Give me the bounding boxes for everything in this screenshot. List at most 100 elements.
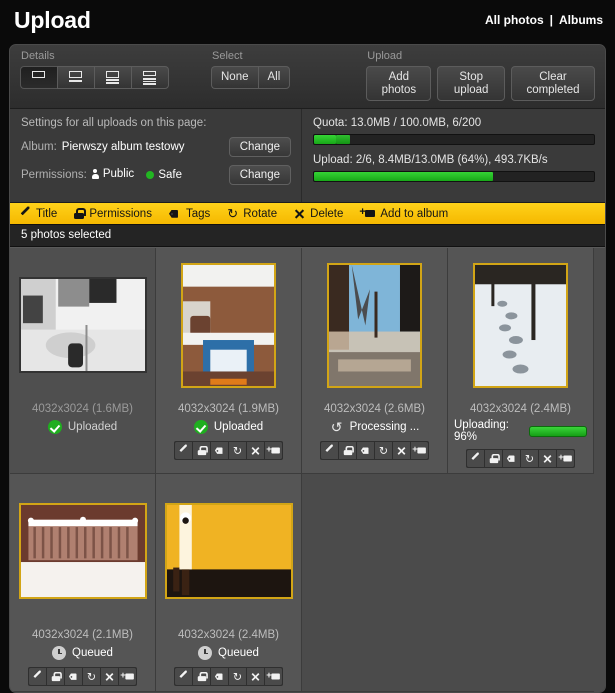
photo-thumbnail[interactable] — [18, 503, 147, 600]
photo-add-to-album-button[interactable] — [557, 450, 574, 468]
rotate-icon: ↻ — [524, 452, 535, 466]
detail-level-2-button[interactable] — [57, 66, 94, 89]
rotate-icon: ↻ — [86, 670, 97, 684]
nav-all-photos[interactable]: All photos — [485, 13, 544, 27]
nav-separator: | — [549, 13, 553, 27]
action-delete[interactable]: Delete — [294, 208, 343, 220]
quota-progress-fill-1 — [314, 135, 337, 145]
photo-status: Uploaded — [47, 419, 117, 435]
change-album-button[interactable]: Change — [228, 137, 291, 158]
details-button-group — [20, 66, 169, 89]
action-permissions[interactable]: Permissions — [74, 208, 152, 220]
photo-action-row: ↻ — [320, 441, 429, 461]
photo-thumbnail[interactable] — [164, 503, 293, 600]
photo-card[interactable]: 4032x3024 (2.4MB) Uploading: 96% ↻ — [448, 248, 594, 475]
photo-rotate-button[interactable]: ↻ — [229, 668, 246, 686]
quota-label: Quota: 13.0MB / 100.0MB, 6/200 — [313, 117, 482, 130]
photo-edit-permissions-button[interactable] — [47, 668, 64, 686]
close-icon — [294, 208, 305, 219]
photo-card[interactable]: 4032x3024 (1.9MB) Uploaded ↻ — [156, 248, 302, 475]
photo-delete-button[interactable] — [393, 442, 410, 460]
photo-delete-button[interactable] — [247, 442, 264, 460]
photo-card[interactable]: 4032x3024 (2.6MB) ↺ Processing ... ↻ — [302, 248, 448, 475]
photo-rotate-button[interactable]: ↻ — [375, 442, 392, 460]
photo-rotate-button[interactable]: ↻ — [521, 450, 538, 468]
header-nav: All photos | Albums — [485, 13, 603, 27]
photo-edit-tags-button[interactable] — [211, 442, 228, 460]
photo-add-to-album-button[interactable] — [411, 442, 428, 460]
quota-progress-segments — [314, 135, 594, 145]
photo-edit-title-button[interactable] — [467, 450, 484, 468]
photo-card[interactable]: 4032x3024 (2.1MB) Queued ↻ — [10, 474, 156, 693]
photo-edit-tags-button[interactable] — [503, 450, 520, 468]
photo-edit-title-button[interactable] — [175, 668, 192, 686]
photo-edit-title-button[interactable] — [321, 442, 338, 460]
action-tags[interactable]: Tags — [169, 208, 210, 220]
stop-upload-button[interactable]: Stop upload — [437, 66, 505, 102]
photo-status-label: Uploaded — [213, 421, 264, 434]
clear-completed-button[interactable]: Clear completed — [510, 66, 596, 102]
photo-dimensions: 4032x3024 (2.4MB) — [177, 629, 279, 642]
quota-progress-fill-2 — [336, 135, 351, 145]
photo-add-to-album-button[interactable] — [265, 442, 282, 460]
photo-thumbnail[interactable] — [473, 262, 568, 388]
photo-thumbnail[interactable] — [181, 262, 276, 388]
photo-edit-permissions-button[interactable] — [193, 668, 210, 686]
processing-icon: ↺ — [330, 419, 343, 436]
photo-status-label: Queued — [218, 647, 259, 660]
change-permissions-button[interactable]: Change — [228, 165, 291, 186]
tag-icon — [506, 454, 516, 463]
photo-dimensions: 4032x3024 (1.9MB) — [177, 403, 279, 416]
photo-edit-permissions-button[interactable] — [485, 450, 502, 468]
photo-grid-empty-cell — [448, 474, 594, 693]
photo-delete-button[interactable] — [539, 450, 556, 468]
nav-albums[interactable]: Albums — [559, 13, 603, 27]
upload-group: Upload Add photos Stop upload Clear comp… — [366, 50, 596, 102]
upload-group-label: Upload — [367, 50, 403, 62]
photo-rotate-button[interactable]: ↻ — [229, 442, 246, 460]
add-to-album-icon — [359, 206, 376, 219]
photo-edit-tags-button[interactable] — [211, 668, 228, 686]
photo-card[interactable]: 4032x3024 (1.6MB) Uploaded — [10, 248, 156, 475]
album-label: Album: — [21, 141, 57, 154]
detail-level-3-button[interactable] — [94, 66, 131, 89]
photo-add-to-album-button[interactable] — [265, 668, 282, 686]
progress-section: Quota: 13.0MB / 100.0MB, 6/200 Upload: 2… — [302, 109, 605, 202]
photo-status: Queued — [198, 645, 259, 661]
photo-delete-button[interactable] — [101, 668, 118, 686]
photo-edit-permissions-button[interactable] — [339, 442, 356, 460]
photo-action-row: ↻ — [466, 449, 575, 469]
action-title[interactable]: Title — [20, 208, 57, 220]
lock-icon — [74, 208, 87, 220]
detail-level-4-button[interactable] — [131, 66, 169, 89]
action-rotate[interactable]: ↻ Rotate — [227, 207, 277, 220]
photo-dimensions: 4032x3024 (2.4MB) — [469, 403, 571, 416]
detail-level-3-icon — [104, 71, 122, 84]
add-to-album-icon — [266, 444, 280, 455]
photo-delete-button[interactable] — [247, 668, 264, 686]
lock-icon — [489, 454, 500, 464]
detail-level-2-icon — [67, 71, 85, 84]
photo-rotate-button[interactable]: ↻ — [83, 668, 100, 686]
photo-thumbnail[interactable] — [327, 262, 422, 388]
lock-icon — [51, 672, 62, 682]
photo-edit-title-button[interactable] — [175, 442, 192, 460]
select-all-button[interactable]: All — [257, 66, 291, 89]
action-add-to-album[interactable]: Add to album — [359, 206, 448, 220]
pencil-icon — [33, 672, 42, 681]
upload-progress-fill — [314, 172, 494, 182]
photo-edit-title-button[interactable] — [29, 668, 46, 686]
photo-edit-tags-button[interactable] — [65, 668, 82, 686]
photo-thumbnail-wrap — [327, 254, 422, 396]
add-photos-button[interactable]: Add photos — [366, 66, 432, 102]
photo-edit-tags-button[interactable] — [357, 442, 374, 460]
photo-thumbnail[interactable] — [18, 277, 147, 374]
photo-edit-permissions-button[interactable] — [193, 442, 210, 460]
photo-add-to-album-button[interactable] — [119, 668, 136, 686]
photo-card[interactable]: 4032x3024 (2.4MB) Queued ↻ — [156, 474, 302, 693]
detail-level-1-button[interactable] — [20, 66, 57, 89]
close-icon — [543, 454, 552, 463]
select-none-button[interactable]: None — [211, 66, 258, 89]
album-setting-row: Album: Pierwszy album testowy Change — [21, 136, 291, 158]
details-group-label: Details — [21, 50, 55, 62]
